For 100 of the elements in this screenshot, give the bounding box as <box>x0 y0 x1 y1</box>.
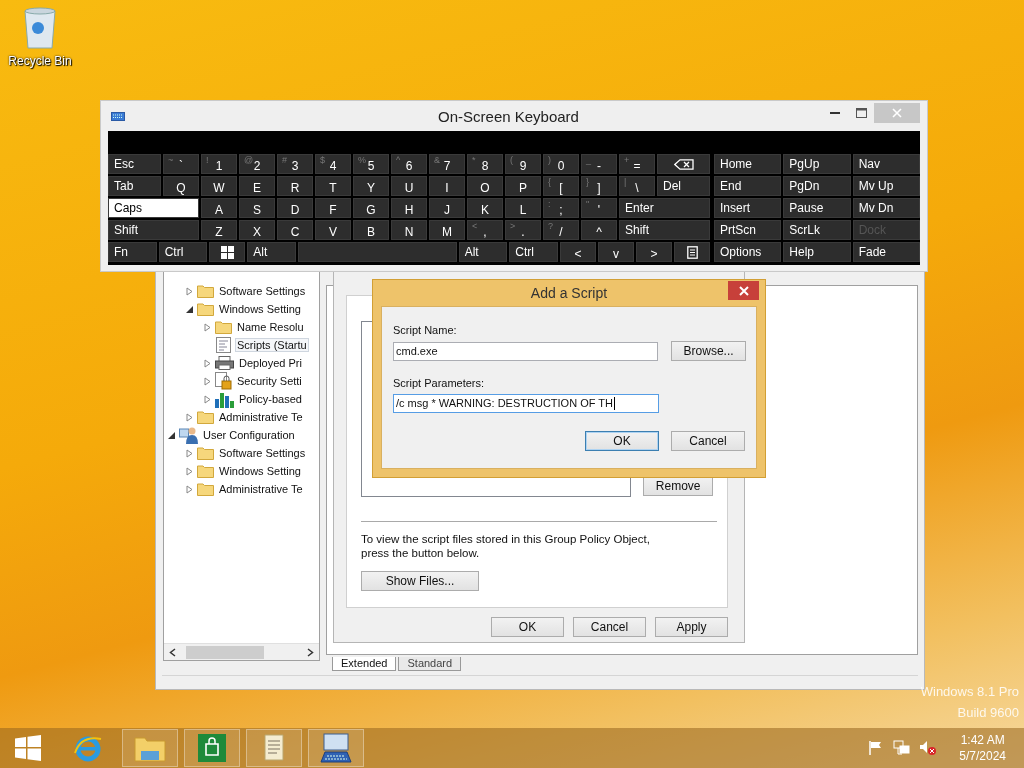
keyboard-key[interactable]: O <box>467 176 503 196</box>
keyboard-key[interactable]: C <box>277 220 313 240</box>
browse-button[interactable]: Browse... <box>671 341 746 361</box>
keyboard-key[interactable]: K <box>467 198 503 218</box>
keyboard-key[interactable]: J <box>429 198 465 218</box>
keyboard-key[interactable]: ! 1 <box>201 154 237 174</box>
expand-arrow-icon[interactable] <box>204 358 212 368</box>
show-files-button[interactable]: Show Files... <box>361 571 479 591</box>
keyboard-key[interactable]: M <box>429 220 465 240</box>
keyboard-key[interactable]: Del <box>657 176 710 196</box>
tree-item[interactable]: Security Setti <box>235 374 304 388</box>
keyboard-key[interactable]: Enter <box>619 198 710 218</box>
keyboard-key[interactable]: ? / <box>543 220 579 240</box>
keyboard-key[interactable]: Fade <box>852 242 920 262</box>
keyboard-key[interactable]: Shift <box>619 220 710 240</box>
keyboard-key[interactable]: _ - <box>581 154 617 174</box>
keyboard-key[interactable]: End <box>714 176 782 196</box>
expand-arrow-icon[interactable] <box>204 394 212 404</box>
keyboard-key[interactable]: B <box>353 220 389 240</box>
expand-arrow-icon[interactable] <box>186 466 194 476</box>
keyboard-key[interactable]: @2 <box>239 154 275 174</box>
view-tab[interactable]: Extended <box>332 657 397 671</box>
tree-item[interactable]: User Configuration <box>201 428 297 442</box>
keyboard-key[interactable]: Q <box>163 176 199 196</box>
keyboard-key[interactable]: < , <box>467 220 503 240</box>
keyboard-key[interactable]: PgUp <box>783 154 851 174</box>
keyboard-key[interactable]: ( 9 <box>505 154 541 174</box>
keyboard-key[interactable]: Nav <box>852 154 920 174</box>
expand-arrow-icon[interactable] <box>186 448 194 458</box>
keyboard-key[interactable]: > . <box>505 220 541 240</box>
expand-arrow-icon[interactable] <box>204 322 212 332</box>
keyboard-key[interactable]: PgDn <box>783 176 851 196</box>
tree-item[interactable]: Policy-based <box>237 392 304 406</box>
keyboard-key[interactable]: PrtScn <box>714 220 782 240</box>
dialog-button[interactable]: Apply <box>655 617 728 637</box>
keyboard-key[interactable]: V <box>315 220 351 240</box>
keyboard-key[interactable]: Mv Dn <box>852 198 920 218</box>
keyboard-key[interactable]: # 3 <box>277 154 313 174</box>
tree-item[interactable]: Software Settings <box>217 284 308 298</box>
tree-item[interactable]: Deployed Pri <box>237 356 304 370</box>
expand-arrow-icon[interactable] <box>204 376 212 386</box>
keyboard-key[interactable]: Z <box>201 220 237 240</box>
keyboard-key[interactable]: v <box>598 242 635 262</box>
keyboard-key[interactable]: Esc <box>108 154 161 174</box>
keyboard-key[interactable]: T <box>315 176 351 196</box>
keyboard-key[interactable]: I <box>429 176 465 196</box>
keyboard-key[interactable]: Insert <box>714 198 782 218</box>
keyboard-key[interactable]: R <box>277 176 313 196</box>
recycle-bin-icon[interactable] <box>22 6 58 50</box>
speaker-muted-icon[interactable] <box>919 740 938 756</box>
scroll-left-icon[interactable] <box>169 647 176 657</box>
tree-item[interactable]: Software Settings <box>217 446 308 460</box>
input-field[interactable]: cmd.exe <box>393 341 659 361</box>
keyboard-key[interactable]: + = <box>619 154 655 174</box>
keyboard-key[interactable]: ~ ` <box>163 154 199 174</box>
keyboard-key[interactable]: | \ <box>619 176 655 196</box>
keyboard-key[interactable]: Fn <box>108 242 157 262</box>
keyboard-key[interactable] <box>674 242 711 262</box>
taskbar-app[interactable] <box>184 729 240 767</box>
keyboard-key[interactable]: Mv Up <box>852 176 920 196</box>
keyboard-key[interactable]: : ; <box>543 198 579 218</box>
dialog-button[interactable]: OK <box>491 617 564 637</box>
keyboard-key[interactable]: & 7 <box>429 154 465 174</box>
dialog-button[interactable]: Cancel <box>671 431 745 451</box>
tree-item[interactable]: Name Resolu <box>235 320 306 334</box>
expand-arrow-icon[interactable] <box>186 412 194 422</box>
keyboard-key[interactable]: Alt <box>458 242 508 262</box>
view-tab[interactable]: Standard <box>398 657 462 671</box>
keyboard-key[interactable]: * 8 <box>467 154 503 174</box>
keyboard-key[interactable]: U <box>391 176 427 196</box>
dialog-button[interactable]: OK <box>585 431 659 451</box>
keyboard-key[interactable]: Caps <box>108 198 199 218</box>
dialog-button[interactable]: Cancel <box>573 617 646 637</box>
keyboard-key[interactable]: Ctrl <box>158 242 208 262</box>
keyboard-key[interactable]: A <box>201 198 237 218</box>
keyboard-key[interactable]: Home <box>714 154 782 174</box>
keyboard-key[interactable]: H <box>391 198 427 218</box>
keyboard-key[interactable]: L <box>505 198 541 218</box>
keyboard-key[interactable]: P <box>505 176 541 196</box>
collapse-arrow-icon[interactable] <box>168 430 176 440</box>
keyboard-key[interactable]: { [ <box>543 176 579 196</box>
expand-arrow-icon[interactable] <box>186 286 194 296</box>
keyboard-key[interactable] <box>657 154 710 174</box>
keyboard-key[interactable]: > <box>636 242 673 262</box>
expand-arrow-icon[interactable] <box>186 484 194 494</box>
tree-item[interactable]: Administrative Te <box>217 410 305 424</box>
keyboard-key[interactable] <box>209 242 246 262</box>
keyboard-key[interactable]: Help <box>783 242 851 262</box>
keyboard-key[interactable]: Options <box>714 242 782 262</box>
keyboard-key[interactable]: Ctrl <box>509 242 559 262</box>
keyboard-key[interactable]: %5 <box>353 154 389 174</box>
keyboard-key[interactable]: D <box>277 198 313 218</box>
keyboard-key[interactable]: ScrLk <box>783 220 851 240</box>
scroll-right-icon[interactable] <box>307 647 314 657</box>
input-field[interactable]: /c msg * WARNING: DESTRUCTION OF TH <box>393 394 659 413</box>
keyboard-key[interactable]: < <box>560 242 597 262</box>
tree-item[interactable]: Windows Setting <box>217 464 303 478</box>
keyboard-key[interactable]: Shift <box>108 220 199 240</box>
keyboard-key[interactable]: ^ <box>581 220 617 240</box>
taskbar-app[interactable] <box>308 729 364 767</box>
